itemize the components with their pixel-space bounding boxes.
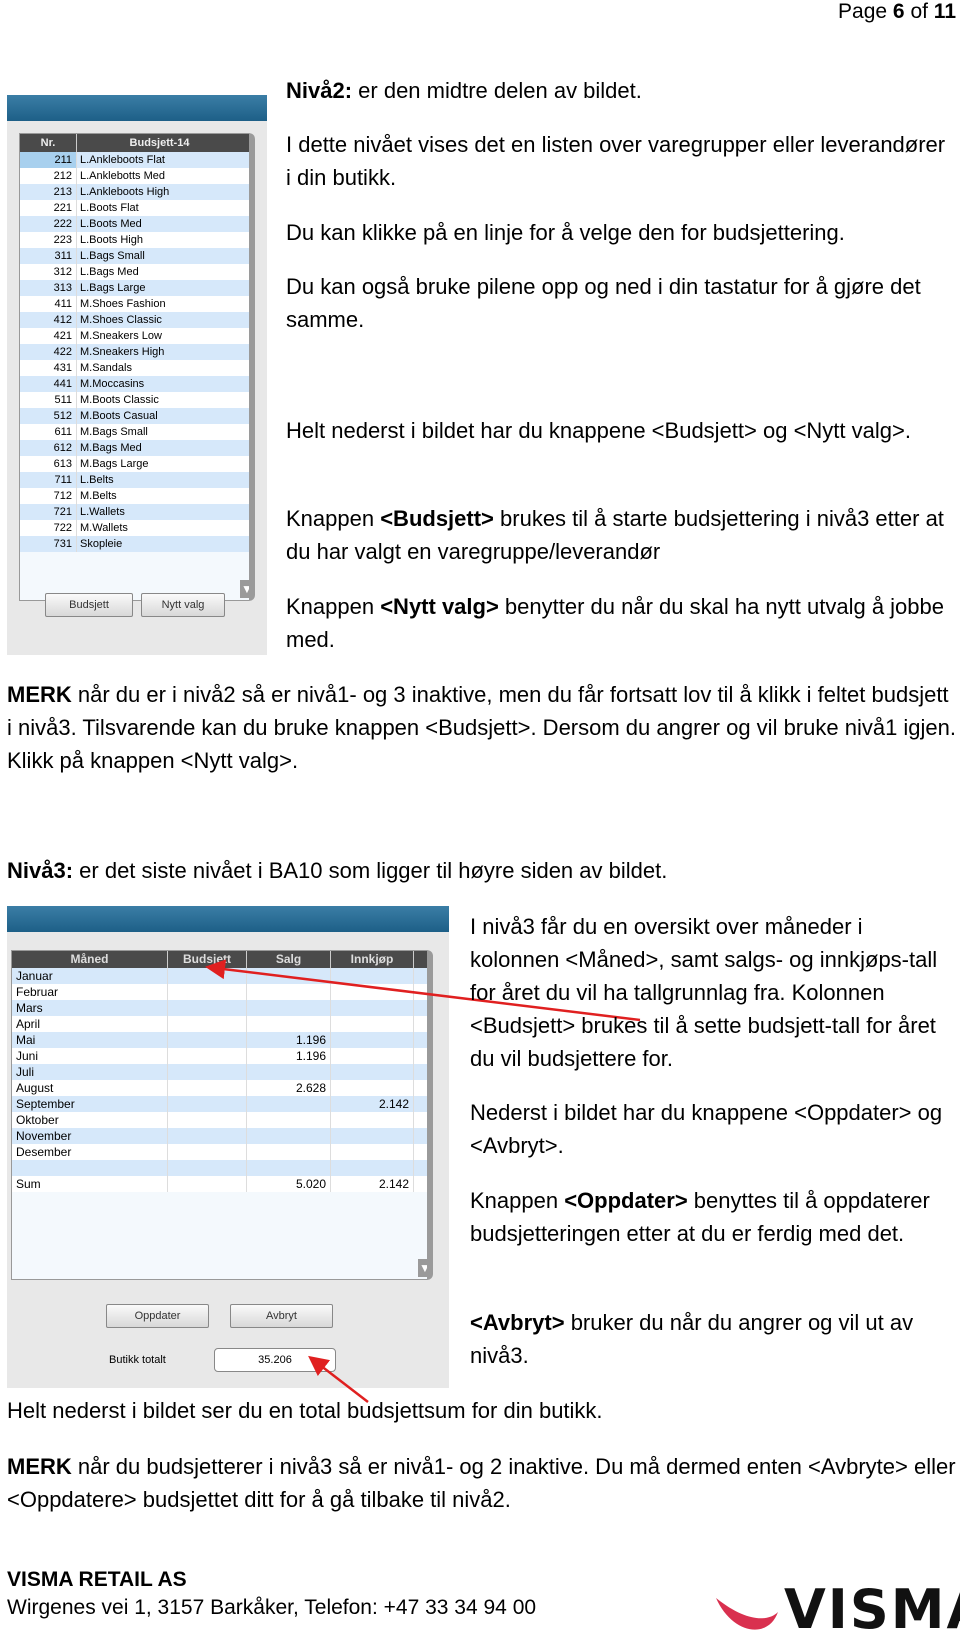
paragraph: Knappen <Oppdater> benyttes til å oppdat… (470, 1188, 930, 1246)
visma-swoosh-icon (716, 1597, 778, 1630)
visma-logo: VISMA (712, 1578, 960, 1641)
annotation-arrows (205, 959, 641, 1403)
paragraph: Nederst i bildet har du knappene <Oppdat… (470, 1100, 943, 1158)
merk-note: MERK når du budsjetterer i nivå3 så er n… (7, 1454, 956, 1512)
paragraph: I nivå3 får du en oversikt over måneder … (470, 914, 938, 1071)
company-name: VISMA RETAIL AS (7, 1568, 187, 1591)
paragraph: Helt nederst i bildet ser du en total bu… (7, 1398, 603, 1423)
logo-text: VISMA (784, 1578, 960, 1641)
paragraph: <Avbryt> bruker du når du angrer og vil … (470, 1310, 914, 1368)
company-address: Wirgenes vei 1, 3157 Barkåker, Telefon: … (7, 1596, 537, 1619)
